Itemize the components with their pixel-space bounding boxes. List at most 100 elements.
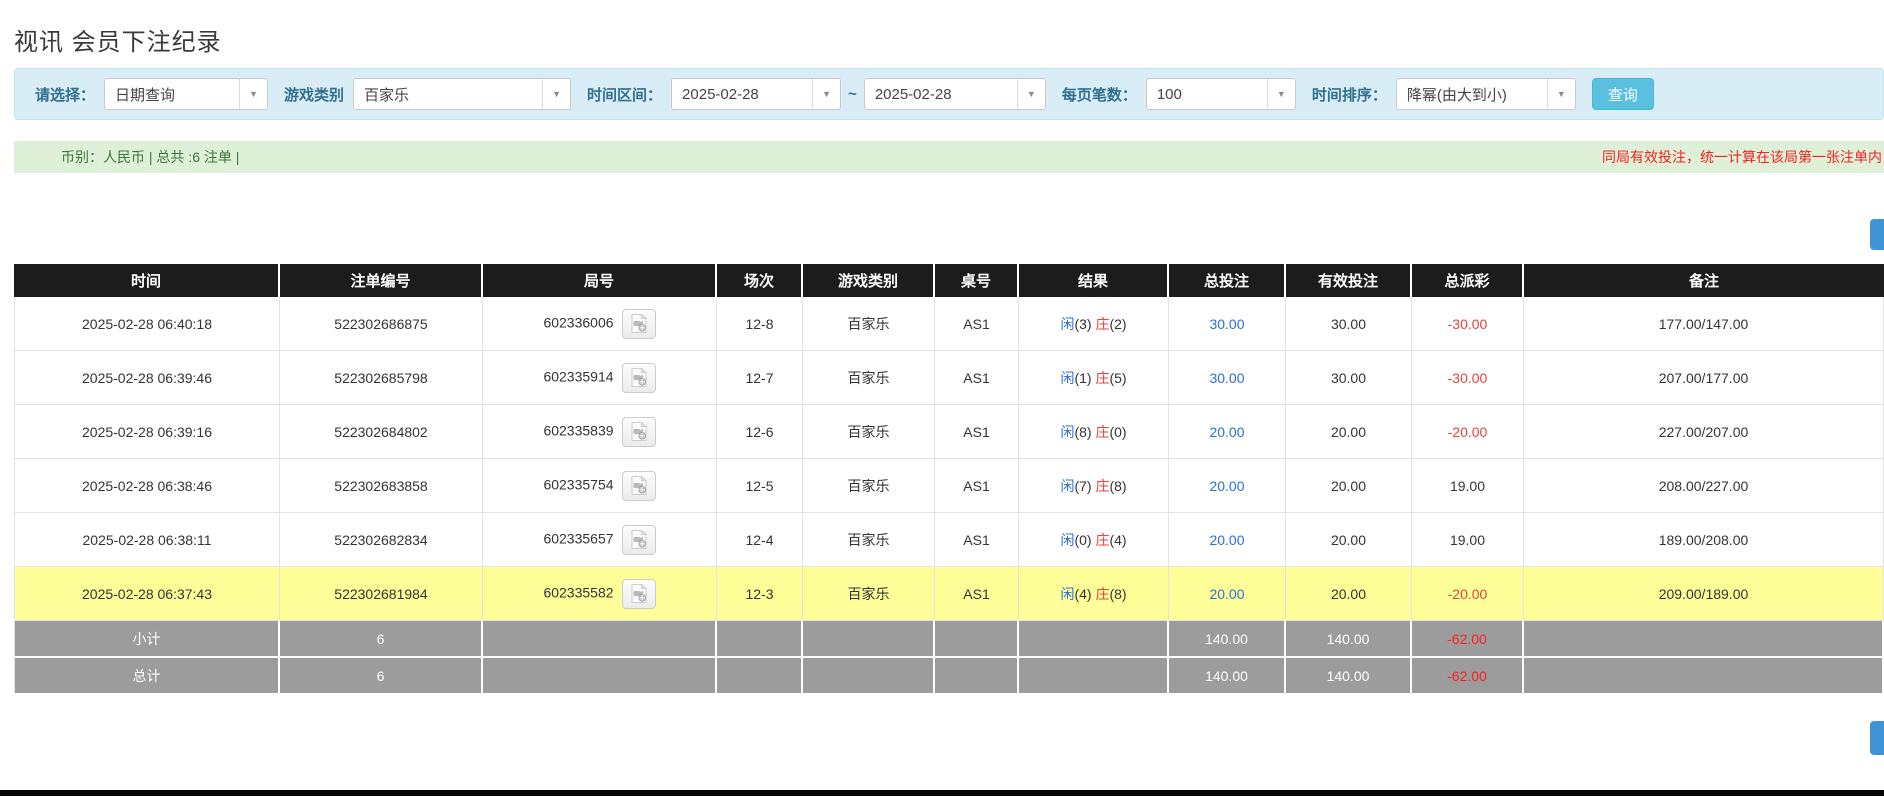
column-header: 桌号 [935,264,1019,297]
video-replay-button[interactable] [622,579,656,609]
cell-valid-bet: 140.00 [1286,658,1412,695]
cell-result: 闲(1) 庄(5) [1019,351,1169,405]
total-bet-link[interactable]: 20.00 [1209,424,1244,440]
column-header: 总派彩 [1412,264,1524,297]
banker-result-label: 庄 [1095,532,1109,548]
video-replay-icon [629,314,649,333]
game-type-select[interactable]: 百家乐 ▼ [353,78,571,110]
player-result-label: 闲 [1060,478,1074,494]
table-row: 2025-02-28 06:38:11522302682834602335657… [14,513,1884,567]
table-row: 2025-02-28 06:39:16522302684802602335839… [14,405,1884,459]
chevron-down-icon: ▼ [239,79,267,109]
table-row: 2025-02-28 06:40:18522302686875602336006… [14,297,1884,351]
cell-round-id [483,621,717,658]
game-type-label: 游戏类别 [284,84,344,105]
cell-valid-bet: 30.00 [1286,351,1412,405]
cell-total-bet: 30.00 [1169,297,1286,351]
cell-total-bet: 20.00 [1169,459,1286,513]
bottom-edge-bar [0,790,1884,796]
payout-value: 19.00 [1450,478,1485,494]
game-type-value: 百家乐 [354,79,542,109]
cell-session: 12-7 [717,351,803,405]
cell-table-no [935,621,1019,658]
cell-payout: -30.00 [1412,351,1524,405]
cell-remark: 207.00/177.00 [1524,351,1884,405]
payout-value: -20.00 [1448,586,1488,602]
betting-records-page: 视讯 会员下注纪录 请选择： 日期查询 ▼ 游戏类别 百家乐 ▼ 时间区间： 2… [0,0,1884,797]
cell-game-type: 百家乐 [803,297,935,351]
payout-value: -62.00 [1447,668,1487,684]
cell-session: 12-8 [717,297,803,351]
cell-session: 12-4 [717,513,803,567]
cell-bet-id: 522302683858 [280,459,483,513]
round-id-text: 602335839 [543,422,613,438]
chevron-down-icon: ▼ [812,79,840,109]
cell-game-type: 百家乐 [803,567,935,621]
cell-remark: 208.00/227.00 [1524,459,1884,513]
currency-summary-text: 币别：人民币 | 总共 :6 注单 | [14,147,239,167]
cell-round-id: 602335754 [483,459,717,513]
cell-payout: -62.00 [1412,658,1524,695]
cell-total-bet: 20.00 [1169,513,1286,567]
query-mode-value: 日期查询 [105,79,239,109]
total-bet-link[interactable]: 30.00 [1209,370,1244,386]
player-result-label: 闲 [1060,586,1074,602]
clipped-button-top[interactable] [1870,219,1884,250]
cell-table-no [935,658,1019,695]
column-header: 有效投注 [1286,264,1412,297]
video-replay-button[interactable] [622,471,656,501]
cell-result: 闲(3) 庄(2) [1019,297,1169,351]
date-from-select[interactable]: 2025-02-28 ▼ [671,78,841,110]
cell-session [717,658,803,695]
total-bet-link[interactable]: 20.00 [1209,478,1244,494]
cell-remark: 209.00/189.00 [1524,567,1884,621]
video-replay-button[interactable] [622,363,656,393]
search-button[interactable]: 查询 [1592,78,1654,110]
cell-payout: 19.00 [1412,513,1524,567]
payout-value: -20.00 [1448,424,1488,440]
payout-value: 19.00 [1450,532,1485,548]
column-header: 结果 [1019,264,1169,297]
page-size-select[interactable]: 100 ▼ [1146,78,1296,110]
cell-bet-id: 522302682834 [280,513,483,567]
chevron-down-icon: ▼ [1547,79,1575,109]
cell-round-id: 602335839 [483,405,717,459]
bet-records-table: 时间注单编号局号场次游戏类别桌号结果总投注有效投注总派彩备注 2025-02-2… [14,264,1884,695]
video-replay-button[interactable] [622,525,656,555]
table-row: 2025-02-28 06:38:46522302683858602335754… [14,459,1884,513]
total-bet-link[interactable]: 20.00 [1209,586,1244,602]
video-replay-icon [629,530,649,549]
column-header: 游戏类别 [803,264,935,297]
video-replay-button[interactable] [622,417,656,447]
cell-valid-bet: 20.00 [1286,405,1412,459]
cell-result [1019,621,1169,658]
banker-result-label: 庄 [1095,424,1109,440]
query-mode-select[interactable]: 日期查询 ▼ [104,78,268,110]
time-sort-select[interactable]: 降幂(由大到小) ▼ [1396,78,1576,110]
banker-result-label: 庄 [1095,370,1109,386]
cell-footer-label: 总计 [14,658,280,695]
cell-valid-bet: 20.00 [1286,567,1412,621]
cell-payout: -30.00 [1412,297,1524,351]
date-to-select[interactable]: 2025-02-28 ▼ [864,78,1046,110]
cell-table-no: AS1 [935,513,1019,567]
clipped-button-bottom[interactable] [1870,721,1884,755]
filter-bar: 请选择： 日期查询 ▼ 游戏类别 百家乐 ▼ 时间区间： 2025-02-28 … [14,68,1884,120]
cell-total-bet: 20.00 [1169,567,1286,621]
banker-result-label: 庄 [1095,316,1109,332]
total-bet-link[interactable]: 20.00 [1209,532,1244,548]
video-replay-button[interactable] [622,309,656,339]
round-id-text: 602335914 [543,368,613,384]
cell-footer-count: 6 [280,658,483,695]
total-bet-link[interactable]: 30.00 [1209,316,1244,332]
player-result-label: 闲 [1060,316,1074,332]
cell-result: 闲(8) 庄(0) [1019,405,1169,459]
cell-result: 闲(0) 庄(4) [1019,513,1169,567]
chevron-down-icon: ▼ [1017,79,1045,109]
cell-valid-bet: 140.00 [1286,621,1412,658]
cell-remark: 189.00/208.00 [1524,513,1884,567]
cell-time: 2025-02-28 06:38:46 [14,459,280,513]
cell-payout: 19.00 [1412,459,1524,513]
round-id-text: 602335657 [543,530,613,546]
cell-game-type: 百家乐 [803,405,935,459]
